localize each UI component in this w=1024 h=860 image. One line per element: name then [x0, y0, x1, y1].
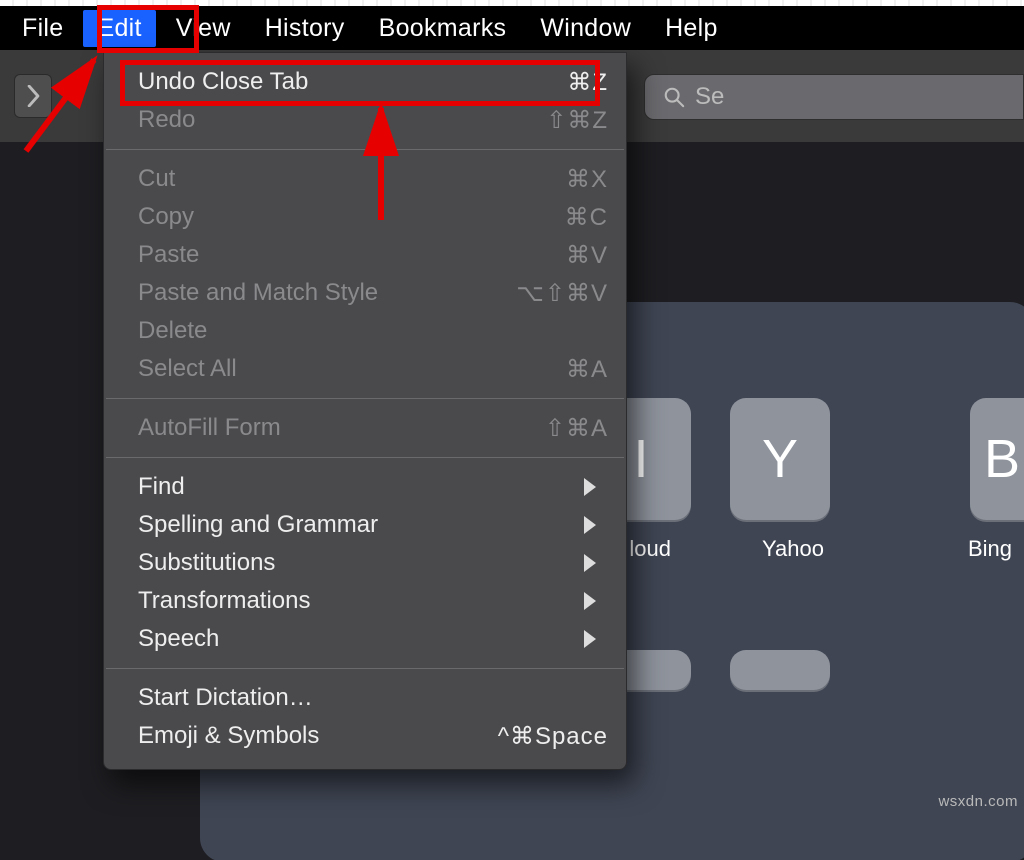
- menu-view[interactable]: View: [162, 10, 245, 47]
- menu-item-shortcut: ⇧⌘Z: [546, 106, 608, 135]
- menu-item-cut: Cut⌘X: [104, 160, 626, 198]
- submenu-arrow-icon: [584, 554, 596, 572]
- menu-history[interactable]: History: [251, 10, 359, 47]
- key-y[interactable]: Y: [730, 398, 830, 520]
- menu-item-label: Redo: [138, 106, 546, 134]
- menu-help[interactable]: Help: [651, 10, 732, 47]
- menu-file[interactable]: File: [8, 10, 77, 47]
- menu-item-transformations[interactable]: Transformations: [104, 582, 626, 620]
- submenu-arrow-icon: [584, 630, 596, 648]
- menu-item-emoji-symbols[interactable]: Emoji & Symbols^⌘Space: [104, 717, 626, 755]
- chevron-right-icon: [26, 85, 41, 107]
- menu-item-label: Emoji & Symbols: [138, 722, 498, 750]
- edit-dropdown: Undo Close Tab⌘ZRedo⇧⌘ZCut⌘XCopy⌘CPaste⌘…: [103, 52, 627, 770]
- watermark: wsxdn.com: [938, 793, 1018, 810]
- shortcut-label-yahoo: Yahoo: [762, 536, 824, 562]
- key-row2-b[interactable]: [730, 650, 830, 690]
- menu-item-start-dictation[interactable]: Start Dictation…: [104, 679, 626, 717]
- menu-item-label: Spelling and Grammar: [138, 511, 608, 539]
- menu-item-redo: Redo⇧⌘Z: [104, 101, 626, 139]
- menubar: File Edit View History Bookmarks Window …: [0, 6, 1024, 50]
- menu-item-label: Transformations: [138, 587, 608, 615]
- search-field[interactable]: Se: [644, 74, 1024, 120]
- menu-item-label: Copy: [138, 203, 565, 231]
- menu-item-paste-and-match-style: Paste and Match Style⌥⇧⌘V: [104, 274, 626, 312]
- submenu-arrow-icon: [584, 592, 596, 610]
- menu-item-delete: Delete: [104, 312, 626, 350]
- menu-item-spelling-and-grammar[interactable]: Spelling and Grammar: [104, 506, 626, 544]
- search-icon: [663, 86, 685, 108]
- menu-item-label: Speech: [138, 625, 608, 653]
- menu-item-find[interactable]: Find: [104, 468, 626, 506]
- menu-item-label: Paste and Match Style: [138, 279, 516, 307]
- menu-item-label: Substitutions: [138, 549, 608, 577]
- menu-item-speech[interactable]: Speech: [104, 620, 626, 658]
- menu-item-copy: Copy⌘C: [104, 198, 626, 236]
- menu-item-label: Delete: [138, 317, 608, 345]
- menu-separator: [106, 398, 624, 399]
- menu-item-shortcut: ⌥⇧⌘V: [516, 279, 608, 308]
- menu-item-label: Select All: [138, 355, 566, 383]
- menu-item-label: AutoFill Form: [138, 414, 545, 442]
- menu-item-substitutions[interactable]: Substitutions: [104, 544, 626, 582]
- menu-item-shortcut: ⌘A: [566, 355, 608, 384]
- forward-button[interactable]: [14, 74, 52, 118]
- submenu-arrow-icon: [584, 478, 596, 496]
- menu-item-shortcut: ⇧⌘A: [545, 414, 608, 443]
- menu-item-autofill-form: AutoFill Form⇧⌘A: [104, 409, 626, 447]
- shortcut-label-bing: Bing: [968, 536, 1012, 562]
- menu-item-shortcut: ⌘Z: [567, 68, 608, 97]
- menu-separator: [106, 668, 624, 669]
- menu-item-paste: Paste⌘V: [104, 236, 626, 274]
- menu-item-shortcut: ⌘C: [565, 203, 608, 232]
- menu-separator: [106, 149, 624, 150]
- shortcut-label-cloud: loud: [629, 536, 671, 562]
- menu-item-shortcut: ⌘X: [566, 165, 608, 194]
- menu-item-label: Undo Close Tab: [138, 68, 567, 96]
- menu-item-label: Paste: [138, 241, 566, 269]
- submenu-arrow-icon: [584, 516, 596, 534]
- menu-window[interactable]: Window: [526, 10, 645, 47]
- menu-separator: [106, 457, 624, 458]
- menu-item-label: Start Dictation…: [138, 684, 608, 712]
- search-placeholder: Se: [695, 83, 724, 111]
- menu-bookmarks[interactable]: Bookmarks: [365, 10, 521, 47]
- menu-item-label: Cut: [138, 165, 566, 193]
- menu-item-label: Find: [138, 473, 608, 501]
- menu-item-undo-close-tab[interactable]: Undo Close Tab⌘Z: [104, 63, 626, 101]
- menu-item-select-all: Select All⌘A: [104, 350, 626, 388]
- menu-item-shortcut: ⌘V: [566, 241, 608, 270]
- menu-edit[interactable]: Edit: [83, 10, 155, 47]
- key-b[interactable]: B: [970, 398, 1024, 520]
- menu-item-shortcut: ^⌘Space: [498, 722, 608, 751]
